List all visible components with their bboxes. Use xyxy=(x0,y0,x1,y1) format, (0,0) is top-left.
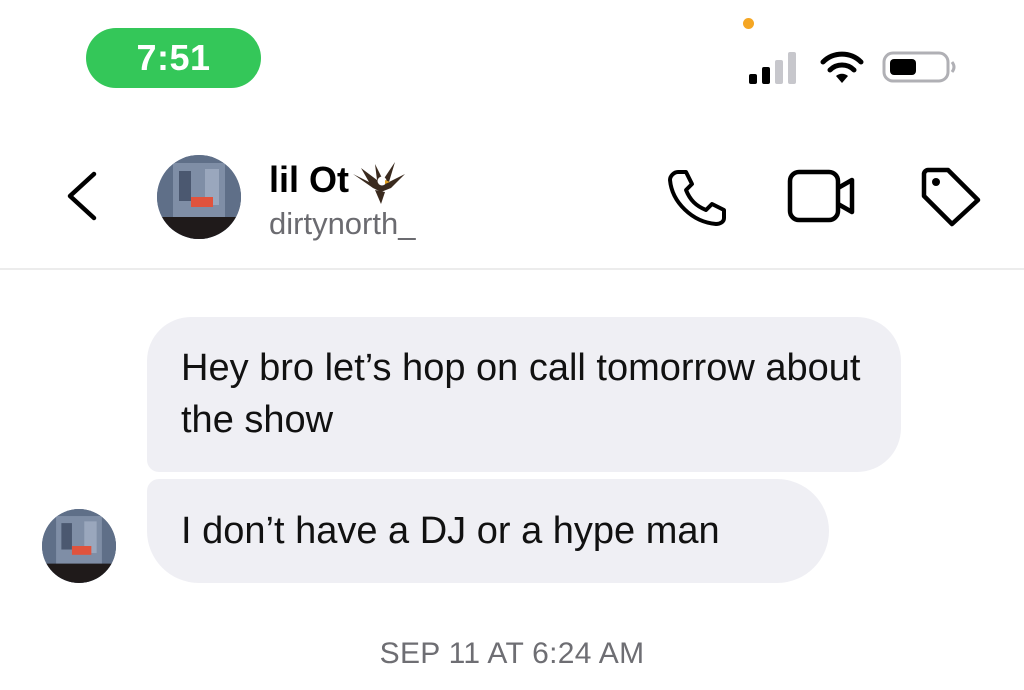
back-chevron-icon[interactable] xyxy=(56,168,108,224)
status-time: 7:51 xyxy=(136,37,211,78)
contact-name-text: lil Ot xyxy=(269,159,349,200)
contact-avatar[interactable] xyxy=(157,155,241,239)
phone-icon[interactable] xyxy=(664,166,728,228)
message-bubble[interactable]: Hey bro let’s hop on call tomorrow about… xyxy=(147,317,901,472)
dm-thread-screen: 7:51 lil Ot dirtynorth_ Hey bro let’s ho… xyxy=(0,0,1024,690)
message-text: I don’t have a DJ or a hype man xyxy=(181,510,720,552)
eagle-icon xyxy=(353,162,405,204)
signal-bars-icon xyxy=(749,52,796,84)
tag-icon[interactable] xyxy=(916,164,984,228)
privacy-indicator-dot xyxy=(743,18,754,29)
message-bubble[interactable]: I don’t have a DJ or a hype man xyxy=(147,479,829,583)
video-camera-icon[interactable] xyxy=(786,166,858,226)
message-timestamp: SEP 11 AT 6:24 AM xyxy=(379,637,645,670)
battery-icon xyxy=(882,51,956,83)
status-time-pill[interactable]: 7:51 xyxy=(86,28,261,88)
contact-handle[interactable]: dirtynorth_ xyxy=(269,204,415,244)
message-text: Hey bro let’s hop on call tomorrow about… xyxy=(181,347,861,441)
contact-name[interactable]: lil Ot xyxy=(269,154,407,206)
wifi-icon xyxy=(820,51,864,83)
header-divider xyxy=(0,268,1024,270)
sender-avatar[interactable] xyxy=(42,509,116,583)
